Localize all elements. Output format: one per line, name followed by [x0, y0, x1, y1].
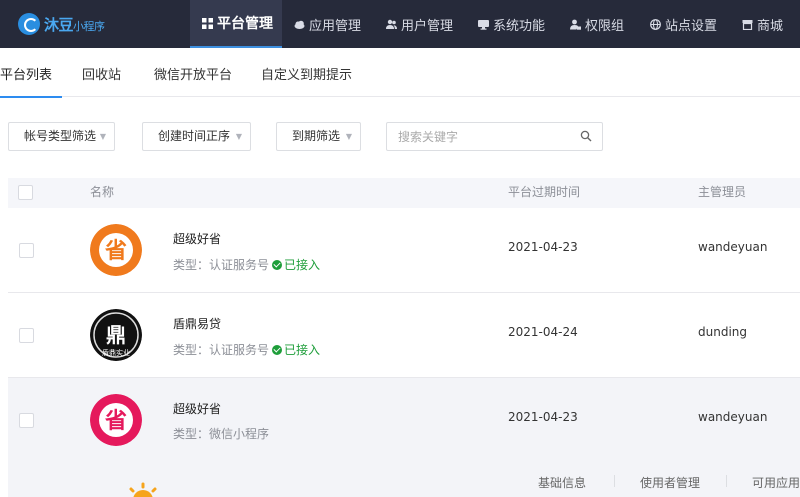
user-manage-link[interactable]: 使用者管理 [640, 474, 700, 491]
header-name: 名称 [90, 185, 115, 199]
site-logo[interactable]: 沐豆小程序 [18, 11, 105, 37]
nav-item-users[interactable]: 用户管理 [374, 0, 466, 48]
divider [614, 475, 615, 487]
row-name[interactable]: 超级好省 [173, 230, 221, 247]
row-type: 类型：认证服务号 已接入 [173, 341, 320, 358]
avatar: 鼎盾鼎实业 [90, 309, 142, 361]
row-admin: wandeyuan [698, 240, 768, 254]
check-circle-icon [272, 260, 283, 270]
row-checkbox[interactable] [19, 413, 34, 428]
monitor-icon [478, 19, 489, 30]
top-navbar: 沐豆小程序 平台管理 应用管理 用户管理 系统功能 权限组 站点设置 商城 [0, 0, 800, 48]
select-all-checkbox[interactable] [18, 185, 33, 200]
nav-label: 用户管理 [401, 18, 454, 34]
nav-item-store[interactable]: 商城 [730, 0, 800, 48]
divider [726, 475, 727, 487]
create-time-sort-label: 创建时间正序 [158, 129, 231, 143]
store-icon [742, 19, 753, 30]
grid-icon [202, 17, 213, 29]
avatar-glyph: 省 [104, 409, 127, 434]
row-type-text: 类型：认证服务号 [173, 343, 270, 357]
row-type: 类型：认证服务号 已接入 [173, 256, 320, 273]
avatar: 省 [90, 224, 142, 276]
row-type-text: 类型：认证服务号 [173, 258, 270, 272]
nav-label: 商城 [757, 18, 784, 34]
table-row[interactable]: 省 超级好省 类型：微信小程序 2021-04-23 wandeyuan [8, 378, 800, 462]
table-row[interactable]: 省 超级好省 类型：认证服务号 已接入 2021-04-23 wandeyuan [8, 208, 800, 293]
row-admin: wandeyuan [698, 410, 768, 424]
account-type-filter-label: 帐号类型筛选 [24, 129, 97, 143]
table-row[interactable]: 鼎盾鼎实业 盾鼎易贷 类型：认证服务号 已接入 2021-04-24 dundin… [8, 293, 800, 378]
avatar-glyph: 鼎 [106, 323, 126, 347]
nav-label: 站点设置 [665, 18, 718, 34]
nav-label: 平台管理 [217, 16, 273, 32]
create-time-sort[interactable]: 创建时间正序 ▼ [142, 122, 251, 151]
row-expire-date: 2021-04-23 [508, 240, 578, 254]
row-admin: dunding [698, 325, 748, 339]
expiry-filter[interactable]: 到期筛选 ▼ [276, 122, 361, 151]
available-apps-link[interactable]: 可用应用 [752, 474, 800, 491]
logo-subtext: 小程序 [73, 19, 105, 33]
table-header: 名称 平台过期时间 主管理员 [8, 178, 800, 208]
tab-recycle-bin[interactable]: 回收站 [82, 48, 121, 97]
avatar: 省 [90, 394, 142, 446]
row-expire-date: 2021-04-23 [508, 410, 578, 424]
avatar-subtext: 盾鼎实业 [102, 348, 130, 357]
header-admin: 主管理员 [698, 185, 747, 199]
row-name[interactable]: 盾鼎易贷 [173, 315, 221, 332]
users-icon [386, 19, 397, 30]
row-status-text: 已接入 [284, 343, 321, 357]
partial-avatar-icon [129, 482, 157, 497]
row-checkbox[interactable] [19, 243, 34, 258]
nav-item-platform[interactable]: 平台管理 [190, 0, 282, 48]
logo-icon [18, 13, 40, 35]
chevron-down-icon: ▼ [345, 132, 352, 141]
row-expire-date: 2021-04-24 [508, 325, 578, 339]
nav-label: 系统功能 [493, 18, 546, 34]
nav-item-site-settings[interactable]: 站点设置 [638, 0, 730, 48]
search-input[interactable] [387, 123, 567, 150]
nav-item-apps[interactable]: 应用管理 [282, 0, 374, 48]
tab-platform-list[interactable]: 平台列表 [0, 48, 63, 98]
nav-item-permissions[interactable]: 权限组 [558, 0, 638, 48]
row-checkbox[interactable] [19, 328, 34, 343]
row-type: 类型：微信小程序 [173, 427, 270, 441]
chevron-down-icon: ▼ [99, 132, 106, 141]
account-type-filter[interactable]: 帐号类型筛选 ▼ [8, 122, 115, 151]
globe-icon [650, 18, 661, 30]
cloud-icon [294, 19, 305, 30]
main-nav: 平台管理 应用管理 用户管理 系统功能 权限组 站点设置 商城 [190, 0, 800, 48]
basic-info-link[interactable]: 基础信息 [538, 474, 586, 491]
nav-label: 权限组 [585, 18, 625, 34]
row-status-text: 已接入 [284, 258, 321, 272]
nav-item-system[interactable]: 系统功能 [466, 0, 558, 48]
check-circle-icon [272, 345, 283, 355]
tab-custom-expiry[interactable]: 自定义到期提示 [261, 48, 352, 97]
header-expire-time: 平台过期时间 [508, 185, 581, 199]
expiry-filter-label: 到期筛选 [292, 129, 341, 143]
user-lock-icon [570, 19, 581, 30]
search-box [386, 122, 603, 151]
nav-label: 应用管理 [309, 18, 362, 34]
avatar-glyph: 省 [104, 239, 127, 264]
logo-text: 沐豆 [44, 15, 74, 34]
row-name[interactable]: 超级好省 [173, 400, 221, 417]
search-icon[interactable] [580, 130, 592, 142]
chevron-down-icon: ▼ [235, 132, 242, 141]
tab-wechat-open-platform[interactable]: 微信开放平台 [154, 48, 232, 97]
sub-tabs: 平台列表 回收站 微信开放平台 自定义到期提示 [0, 48, 800, 98]
